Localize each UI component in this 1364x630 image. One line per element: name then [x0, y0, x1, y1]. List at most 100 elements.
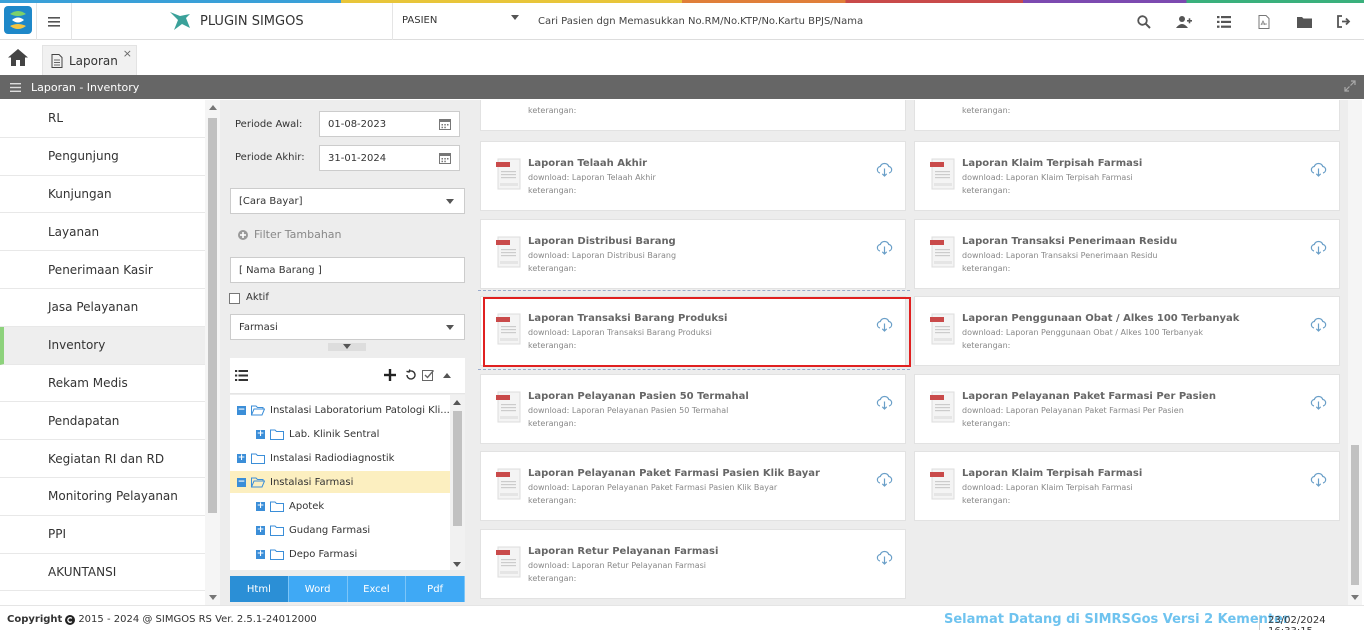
list-icon	[1217, 15, 1231, 28]
sidebar-item-jasa-pelayanan[interactable]: Jasa Pelayanan	[0, 289, 205, 327]
cloud-download-icon[interactable]	[1310, 162, 1327, 177]
refresh-icon[interactable]	[405, 369, 417, 381]
cloud-download-icon[interactable]	[1310, 240, 1327, 255]
list-icon[interactable]	[235, 370, 248, 381]
report-card[interactable]: Laporan Pelayanan Pasien 50 Termahal down…	[480, 373, 906, 444]
filter-tambahan-toggle[interactable]: Filter Tambahan	[238, 228, 342, 241]
format-html-button[interactable]: Html	[230, 576, 289, 602]
report-card[interactable]: Laporan Pelayanan Paket Farmasi Per Pasi…	[914, 373, 1340, 444]
tree-node[interactable]: + Gudang Farmasi	[230, 519, 450, 541]
search-button[interactable]	[1124, 3, 1164, 40]
expand-icon[interactable]	[1344, 80, 1356, 92]
calendar-icon[interactable]	[439, 118, 451, 130]
sidebar-item-kegiatan-ri-dan-rd[interactable]: Kegiatan RI dan RD	[0, 440, 205, 478]
tree-node[interactable]: − Instalasi Farmasi	[230, 471, 450, 493]
aktif-checkbox[interactable]	[229, 293, 240, 304]
sidebar-item-rekam-medis[interactable]: Rekam Medis	[0, 365, 205, 403]
collapse-filter-toggle[interactable]	[328, 343, 366, 351]
cloud-download-icon[interactable]	[876, 472, 893, 487]
sidebar-item-kunjungan[interactable]: Kunjungan	[0, 176, 205, 214]
logout-button[interactable]	[1324, 3, 1364, 40]
cloud-download-icon[interactable]	[1310, 395, 1327, 410]
folder-button[interactable]	[1284, 3, 1324, 40]
check-square-icon[interactable]	[422, 369, 434, 381]
expand-icon[interactable]: +	[256, 549, 265, 559]
list-button[interactable]	[1204, 3, 1244, 40]
collapse-icon[interactable]: −	[237, 405, 246, 415]
nama-barang-input[interactable]: [ Nama Barang ]	[230, 257, 465, 283]
chevron-up-icon[interactable]	[443, 373, 451, 378]
patient-search-input[interactable]: Cari Pasien dgn Memasukkan No.RM/No.KTP/…	[538, 16, 863, 27]
tree-node[interactable]: + Apotek	[230, 495, 450, 517]
report-title[interactable]: Laporan Pelayanan Paket Farmasi Pasien K…	[528, 468, 820, 479]
report-scrollbar[interactable]	[1348, 100, 1362, 605]
sidebar-item-rl[interactable]: RL	[0, 100, 205, 138]
report-title[interactable]: Laporan Distribusi Barang	[528, 236, 676, 247]
tree-node[interactable]: + Instalasi Radiodiagnostik	[230, 447, 450, 469]
report-card[interactable]: Laporan Transaksi Penerimaan Residu downl…	[914, 218, 1340, 289]
expand-icon[interactable]: +	[256, 525, 265, 535]
report-title[interactable]: Laporan Klaim Terpisah Farmasi	[962, 468, 1142, 479]
report-card[interactable]: Laporan Klaim Terpisah Farmasi download: …	[914, 141, 1340, 211]
report-card[interactable]: Laporan Distribusi Barang download: Lapor…	[480, 218, 906, 289]
report-card[interactable]: Laporan Retur Pelayanan Farmasi download:…	[480, 528, 906, 599]
expand-icon[interactable]: +	[256, 501, 265, 511]
patient-select-caret-icon[interactable]	[511, 15, 519, 20]
cloud-download-icon[interactable]	[1310, 317, 1327, 332]
section-menu-icon[interactable]	[10, 82, 21, 92]
expand-icon[interactable]: +	[237, 453, 246, 463]
sidebar-item-pengunjung[interactable]: Pengunjung	[0, 138, 205, 176]
cloud-download-icon[interactable]	[876, 395, 893, 410]
report-card[interactable]: Laporan Penggunaan Obat / Alkes 100 Terb…	[914, 296, 1340, 366]
report-card[interactable]: Laporan Telaah Akhir download: Laporan Te…	[480, 141, 906, 211]
report-title[interactable]: Laporan Pelayanan Pasien 50 Termahal	[528, 391, 749, 402]
hamburger-menu-button[interactable]	[36, 3, 72, 40]
tab-laporan[interactable]: Laporan ×	[42, 45, 137, 75]
tree-node[interactable]: − Instalasi Laboratorium Patologi Kli...	[230, 399, 450, 421]
sidebar-item-penerimaan-kasir[interactable]: Penerimaan Kasir	[0, 251, 205, 289]
cloud-download-icon[interactable]	[1310, 472, 1327, 487]
format-word-button[interactable]: Word	[288, 576, 348, 602]
calendar-icon[interactable]	[439, 152, 451, 164]
cloud-download-icon[interactable]	[876, 550, 893, 565]
cara-bayar-select[interactable]: [Cara Bayar]	[230, 188, 465, 214]
add-icon[interactable]	[384, 369, 396, 381]
sidebar-item-inventory[interactable]: Inventory	[0, 326, 205, 365]
sidebar-item-monitoring-pelayanan[interactable]: Monitoring Pelayanan	[0, 478, 205, 516]
tree-node[interactable]: + Lab. Klinik Sentral	[230, 423, 450, 445]
sidebar-item-layanan[interactable]: Layanan	[0, 213, 205, 252]
report-title[interactable]: Laporan Telaah Akhir	[528, 158, 647, 169]
cloud-download-icon[interactable]	[876, 162, 893, 177]
report-title[interactable]: Laporan Pelayanan Paket Farmasi Per Pasi…	[962, 391, 1216, 402]
report-card[interactable]: Laporan Pelayanan Paket Farmasi Pasien K…	[480, 451, 906, 521]
report-title[interactable]: Laporan Retur Pelayanan Farmasi	[528, 546, 718, 557]
report-card-partial-left[interactable]: keterangan:	[480, 100, 906, 131]
simgos-logo-icon[interactable]	[4, 6, 32, 34]
report-card[interactable]: Laporan Klaim Terpisah Farmasi download: …	[914, 451, 1340, 521]
tree-scrollbar[interactable]	[450, 395, 465, 570]
report-title[interactable]: Laporan Transaksi Penerimaan Residu	[962, 236, 1177, 247]
left-nav-scrollbar[interactable]	[205, 100, 220, 605]
patient-type-select[interactable]: PASIEN	[402, 15, 437, 26]
cloud-download-icon[interactable]	[876, 240, 893, 255]
sidebar-item-pendapatan[interactable]: Pendapatan	[0, 402, 205, 441]
gudang-select[interactable]: Farmasi	[230, 314, 465, 340]
format-excel-button[interactable]: Excel	[347, 576, 407, 602]
tree-node[interactable]: + Depo Farmasi	[230, 543, 450, 565]
collapse-icon[interactable]: −	[237, 477, 246, 487]
format-pdf-button[interactable]: Pdf	[406, 576, 465, 602]
tree-toolbar	[230, 358, 465, 394]
sidebar-item-ppi[interactable]: PPI	[0, 516, 205, 554]
report-title[interactable]: Laporan Penggunaan Obat / Alkes 100 Terb…	[962, 313, 1239, 324]
report-document-icon	[496, 158, 521, 190]
periode-akhir-input[interactable]: 31-01-2024	[319, 145, 460, 171]
add-user-button[interactable]	[1164, 3, 1204, 40]
report-title[interactable]: Laporan Klaim Terpisah Farmasi	[962, 158, 1142, 169]
periode-awal-input[interactable]: 01-08-2023	[319, 111, 460, 137]
home-icon[interactable]	[8, 49, 28, 66]
pdf-button[interactable]	[1244, 3, 1284, 40]
expand-icon[interactable]: +	[256, 429, 265, 439]
tab-close-icon[interactable]: ×	[123, 47, 132, 60]
sidebar-item-akuntansi[interactable]: AKUNTANSI	[0, 554, 205, 592]
report-card-partial-right[interactable]: keterangan:	[914, 100, 1340, 131]
